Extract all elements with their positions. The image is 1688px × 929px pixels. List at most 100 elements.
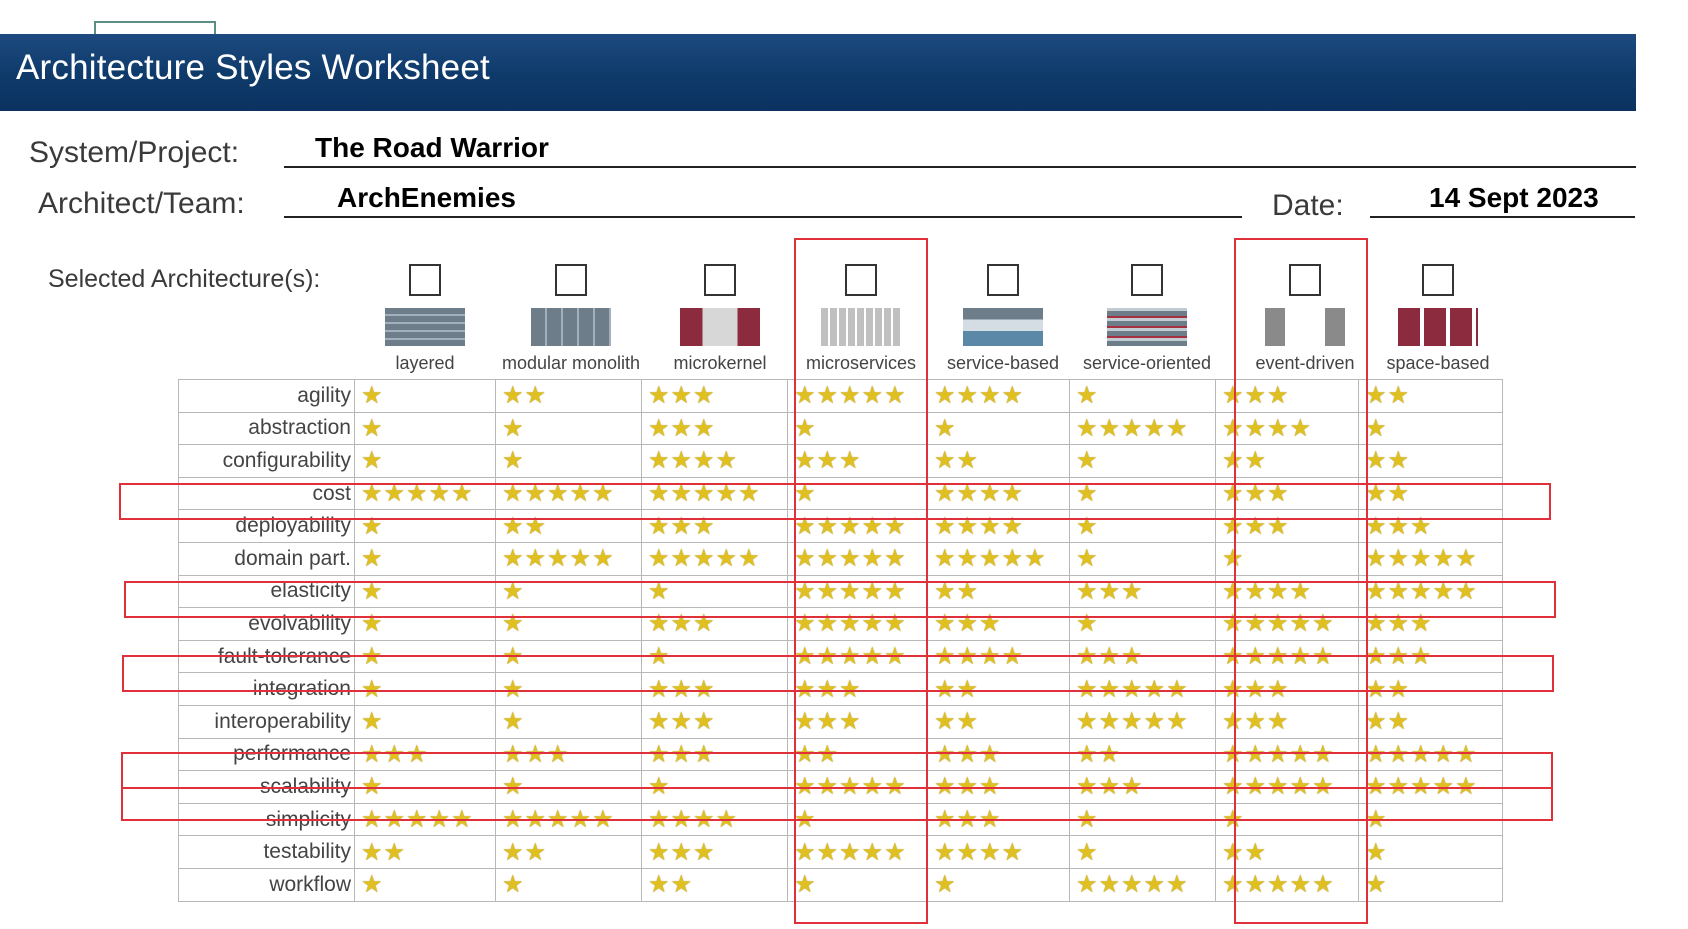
star-rating-cell: ★ [495, 770, 642, 804]
star-rating-cell: ★★★★★ [787, 639, 928, 674]
star-rating-cell: ★★★★★ [787, 835, 928, 869]
date-label: Date: [1272, 189, 1344, 222]
metric-label: elasticity [178, 574, 355, 609]
metric-label: deployability [178, 509, 355, 543]
star-rating-cell: ★★★ [787, 444, 928, 478]
rating-row: scalability ★ ★ ★ ★★★★★ ★★★ ★★★ ★★★★★ ★★★★★ [178, 770, 1503, 804]
select-service-based-checkbox[interactable] [987, 264, 1019, 296]
star-rating-cell: ★★★★ [927, 379, 1070, 413]
star-rating-cell: ★★★★ [1215, 574, 1359, 609]
star-rating-cell: ★★ [927, 574, 1070, 609]
metric-label: integration [178, 672, 355, 706]
star-rating-cell: ★ [1069, 379, 1216, 413]
star-rating-cell: ★★★ [641, 379, 788, 413]
star-rating-cell: ★★★ [927, 737, 1070, 772]
star-rating-cell: ★★★ [787, 704, 928, 739]
star-rating-cell: ★★★★★ [354, 802, 496, 837]
star-rating-cell: ★★★ [1215, 509, 1359, 543]
star-rating-cell: ★★★ [1358, 607, 1503, 641]
select-layered-checkbox[interactable] [409, 264, 441, 296]
star-rating-cell: ★★ [641, 867, 788, 902]
star-rating-cell: ★★ [927, 672, 1070, 706]
star-rating-cell: ★ [354, 607, 496, 641]
rating-row: domain part. ★ ★★★★★ ★★★★★ ★★★★★ ★★★★★ ★ ★ ★★★★★ [178, 541, 1503, 576]
star-rating-cell: ★★★ [1215, 704, 1359, 739]
metric-label: evolvability [178, 607, 355, 641]
star-rating-cell: ★★ [927, 704, 1070, 739]
layered-diagram-icon [385, 308, 465, 346]
architect-team-label: Architect/Team: [38, 187, 245, 220]
select-modular-monolith-checkbox[interactable] [555, 264, 587, 296]
star-rating-cell: ★ [495, 639, 642, 674]
star-rating-cell: ★★ [1215, 444, 1359, 478]
star-rating-cell: ★ [787, 476, 928, 511]
star-rating-cell: ★★★★ [927, 835, 1070, 869]
star-rating-cell: ★★★★★ [354, 476, 496, 511]
metric-label: abstraction [178, 411, 355, 446]
star-rating-cell: ★★★ [354, 737, 496, 772]
rating-row: workflow ★ ★ ★★ ★ ★ ★★★★★ ★★★★★ ★ [178, 867, 1503, 902]
metric-label: testability [178, 835, 355, 869]
star-rating-cell: ★★★★★ [1069, 867, 1216, 902]
star-rating-cell: ★ [787, 802, 928, 837]
star-rating-cell: ★★★ [1358, 509, 1503, 543]
star-rating-cell: ★★★ [927, 802, 1070, 837]
select-microservices-checkbox[interactable] [845, 264, 877, 296]
star-rating-cell: ★★★★★ [1358, 737, 1503, 772]
star-rating-cell: ★ [787, 867, 928, 902]
star-rating-cell: ★★★ [1215, 379, 1359, 413]
microservices-diagram-icon [821, 308, 901, 346]
star-rating-cell: ★★★★★ [787, 509, 928, 543]
modular-monolith-diagram-icon [531, 308, 611, 346]
metric-label: simplicity [178, 802, 355, 837]
star-rating-cell: ★ [1069, 541, 1216, 576]
star-rating-cell: ★ [1069, 607, 1216, 641]
star-rating-cell: ★ [1069, 802, 1216, 837]
star-rating-cell: ★ [354, 379, 496, 413]
metric-label: scalability [178, 770, 355, 804]
star-rating-cell: ★★★ [641, 411, 788, 446]
select-space-based-checkbox[interactable] [1422, 264, 1454, 296]
style-name-service-oriented: service-oriented [1082, 353, 1212, 373]
selected-architectures-label: Selected Architecture(s): [48, 265, 321, 293]
date-underline [1370, 216, 1635, 218]
star-rating-cell: ★ [1215, 541, 1359, 576]
star-rating-cell: ★ [1069, 509, 1216, 543]
metric-label: performance [178, 737, 355, 772]
star-rating-cell: ★★★★★ [1215, 737, 1359, 772]
rating-row: testability ★★ ★★ ★★★ ★★★★★ ★★★★ ★ ★★ ★ [178, 835, 1503, 869]
star-rating-cell: ★ [495, 574, 642, 609]
style-name-microservices: microservices [805, 353, 916, 373]
metric-label: agility [178, 379, 355, 413]
star-rating-cell: ★ [641, 770, 788, 804]
star-rating-cell: ★★★★★ [1215, 770, 1359, 804]
select-event-driven-checkbox[interactable] [1289, 264, 1321, 296]
star-rating-cell: ★★ [1358, 379, 1503, 413]
star-rating-cell: ★ [1358, 802, 1503, 837]
metric-label: interoperability [178, 704, 355, 739]
star-rating-cell: ★ [1358, 835, 1503, 869]
date-value[interactable]: 14 Sept 2023 [1429, 182, 1599, 214]
metric-label: domain part. [178, 541, 355, 576]
star-rating-cell: ★★ [927, 444, 1070, 478]
star-rating-cell: ★★★★★ [1215, 639, 1359, 674]
star-rating-cell: ★ [1069, 444, 1216, 478]
select-microkernel-checkbox[interactable] [704, 264, 736, 296]
star-rating-cell: ★★★ [1358, 639, 1503, 674]
star-rating-cell: ★★★★★ [1069, 672, 1216, 706]
star-rating-cell: ★★★★★ [495, 541, 642, 576]
star-rating-cell: ★★★ [641, 672, 788, 706]
star-rating-cell: ★ [495, 704, 642, 739]
star-rating-cell: ★★★★★ [787, 770, 928, 804]
system-project-value[interactable]: The Road Warrior [315, 132, 549, 164]
select-service-oriented-checkbox[interactable] [1131, 264, 1163, 296]
star-rating-cell: ★★★★★ [1069, 411, 1216, 446]
star-rating-cell: ★★★★★ [641, 541, 788, 576]
architect-team-value[interactable]: ArchEnemies [337, 182, 516, 214]
rating-row: configurability ★ ★ ★★★★ ★★★ ★★ ★ ★★ ★★ [178, 444, 1503, 478]
star-rating-cell: ★★★★★ [787, 607, 928, 641]
star-rating-cell: ★ [354, 704, 496, 739]
star-rating-cell: ★ [1358, 411, 1503, 446]
star-rating-cell: ★★ [495, 509, 642, 543]
system-project-underline [284, 166, 1636, 168]
